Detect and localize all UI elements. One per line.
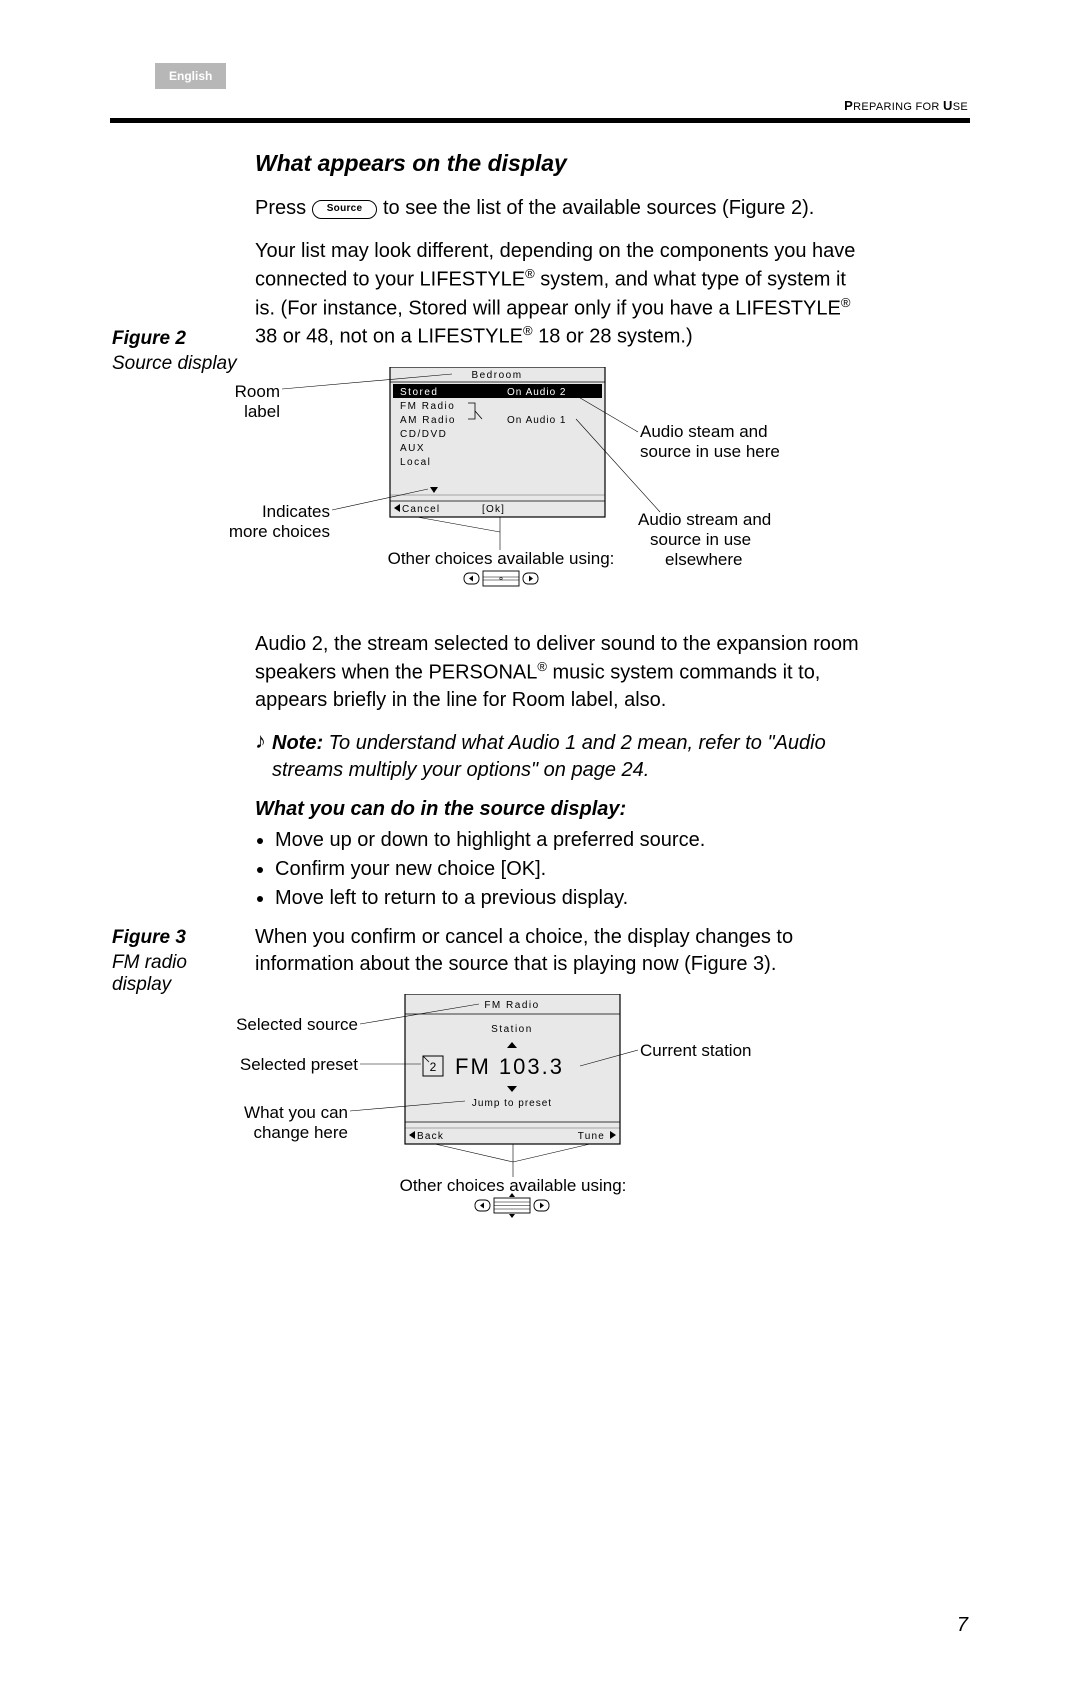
section-header-p: P	[844, 98, 853, 113]
fig2-on-audio-1: On Audio 1	[507, 415, 566, 426]
para-confirm: When you confirm or cancel a choice, the…	[255, 924, 865, 978]
figure-3-diagram: FM Radio Station 2 FM 103.3 Jump to pres…	[225, 994, 865, 1254]
press-text-1: Press	[255, 197, 306, 219]
bullet-3: Move left to return to a previous displa…	[275, 887, 865, 910]
remote-nav-icon-2	[475, 1193, 549, 1218]
heading-display: What appears on the display	[255, 150, 865, 177]
para-list-diff: Your list may look different, depending …	[255, 238, 865, 351]
page-number: 7	[957, 1614, 968, 1637]
remote-nav-icon	[464, 571, 538, 586]
fig2-callout-audio-else-1: Audio stream and	[638, 510, 771, 529]
fig2-callout-indicates-1: Indicates	[262, 502, 330, 521]
bullet-list: Move up or down to highlight a preferred…	[255, 829, 865, 910]
fig3-jump: Jump to preset	[472, 1098, 552, 1109]
fig2-item-cd: CD/DVD	[400, 429, 447, 440]
source-button-icon: Source	[312, 200, 378, 219]
para2-d: 18 or 28 system.)	[533, 326, 693, 348]
fig2-callout-indicates-2: more choices	[229, 522, 330, 541]
para2-c: 38 or 48, not on a LIFESTYLE	[255, 326, 523, 348]
fig2-item-stored: Stored	[400, 387, 438, 398]
note-block: ♪ Note: To understand what Audio 1 and 2…	[255, 730, 865, 784]
bullet-1: Move up or down to highlight a preferred…	[275, 829, 865, 852]
fig2-ok: [Ok]	[482, 504, 505, 515]
figure-2-label: Figure 2	[112, 328, 247, 350]
music-note-icon: ♪	[255, 730, 266, 752]
fig2-item-fm: FM Radio	[400, 401, 455, 412]
fig3-callout-source: Selected source	[236, 1015, 358, 1034]
fig2-item-am: AM Radio	[400, 415, 456, 426]
figure-2-diagram: Bedroom Stored On Audio 2 FM Radio AM Ra…	[220, 367, 860, 627]
note-label: Note:	[272, 732, 323, 754]
fig3-callout-preset: Selected preset	[240, 1055, 358, 1074]
fig3-station: Station	[491, 1024, 533, 1035]
press-text-2: to see the list of the available sources…	[383, 197, 814, 219]
sub-heading: What you can do in the source display:	[255, 798, 865, 821]
fig3-callout-change-1: What you can	[244, 1103, 348, 1122]
fig2-callout-other: Other choices available using:	[388, 549, 615, 568]
fig3-back: Back	[417, 1131, 444, 1142]
fig3-callout-other: Other choices available using:	[400, 1176, 627, 1195]
fig2-callout-audio-else-3: elsewhere	[665, 550, 743, 569]
fig2-on-audio-2: On Audio 2	[507, 387, 566, 398]
language-tab: English	[155, 63, 226, 89]
fig2-callout-audio-else-2: source in use	[650, 530, 751, 549]
para-audio2: Audio 2, the stream selected to deliver …	[255, 631, 865, 714]
fig3-callout-current: Current station	[640, 1041, 752, 1060]
fig2-callout-audio-here-1: Audio steam and	[640, 422, 768, 441]
fig3-preset: 2	[430, 1060, 437, 1074]
para-press: Press Source to see the list of the avai…	[255, 195, 865, 222]
section-header-u: U	[943, 98, 953, 113]
figure-3-label: Figure 3	[112, 927, 247, 949]
note-text: To understand what Audio 1 and 2 mean, r…	[272, 732, 826, 781]
fig2-item-local: Local	[400, 457, 431, 468]
fig2-cancel: Cancel	[402, 504, 440, 515]
bullet-2: Confirm your new choice [OK].	[275, 858, 865, 881]
section-header-se: SE	[953, 101, 968, 113]
header-rule	[110, 118, 970, 123]
fig2-callout-audio-here-2: source in use here	[640, 442, 780, 461]
fig3-title: FM Radio	[484, 1000, 539, 1011]
fig2-item-aux: AUX	[400, 443, 425, 454]
fig2-callout-room-2: label	[244, 402, 280, 421]
section-header-reparing: REPARING FOR	[853, 101, 943, 113]
section-header: PREPARING FOR USE	[844, 98, 968, 113]
fig3-callout-change-2: change here	[253, 1123, 348, 1142]
fig3-tune: Tune	[578, 1131, 605, 1142]
fig3-freq: FM 103.3	[455, 1054, 564, 1079]
fig2-callout-room-1: Room	[235, 382, 280, 401]
figure-3-caption: FM radio display	[112, 952, 247, 996]
fig2-room: Bedroom	[471, 370, 522, 381]
